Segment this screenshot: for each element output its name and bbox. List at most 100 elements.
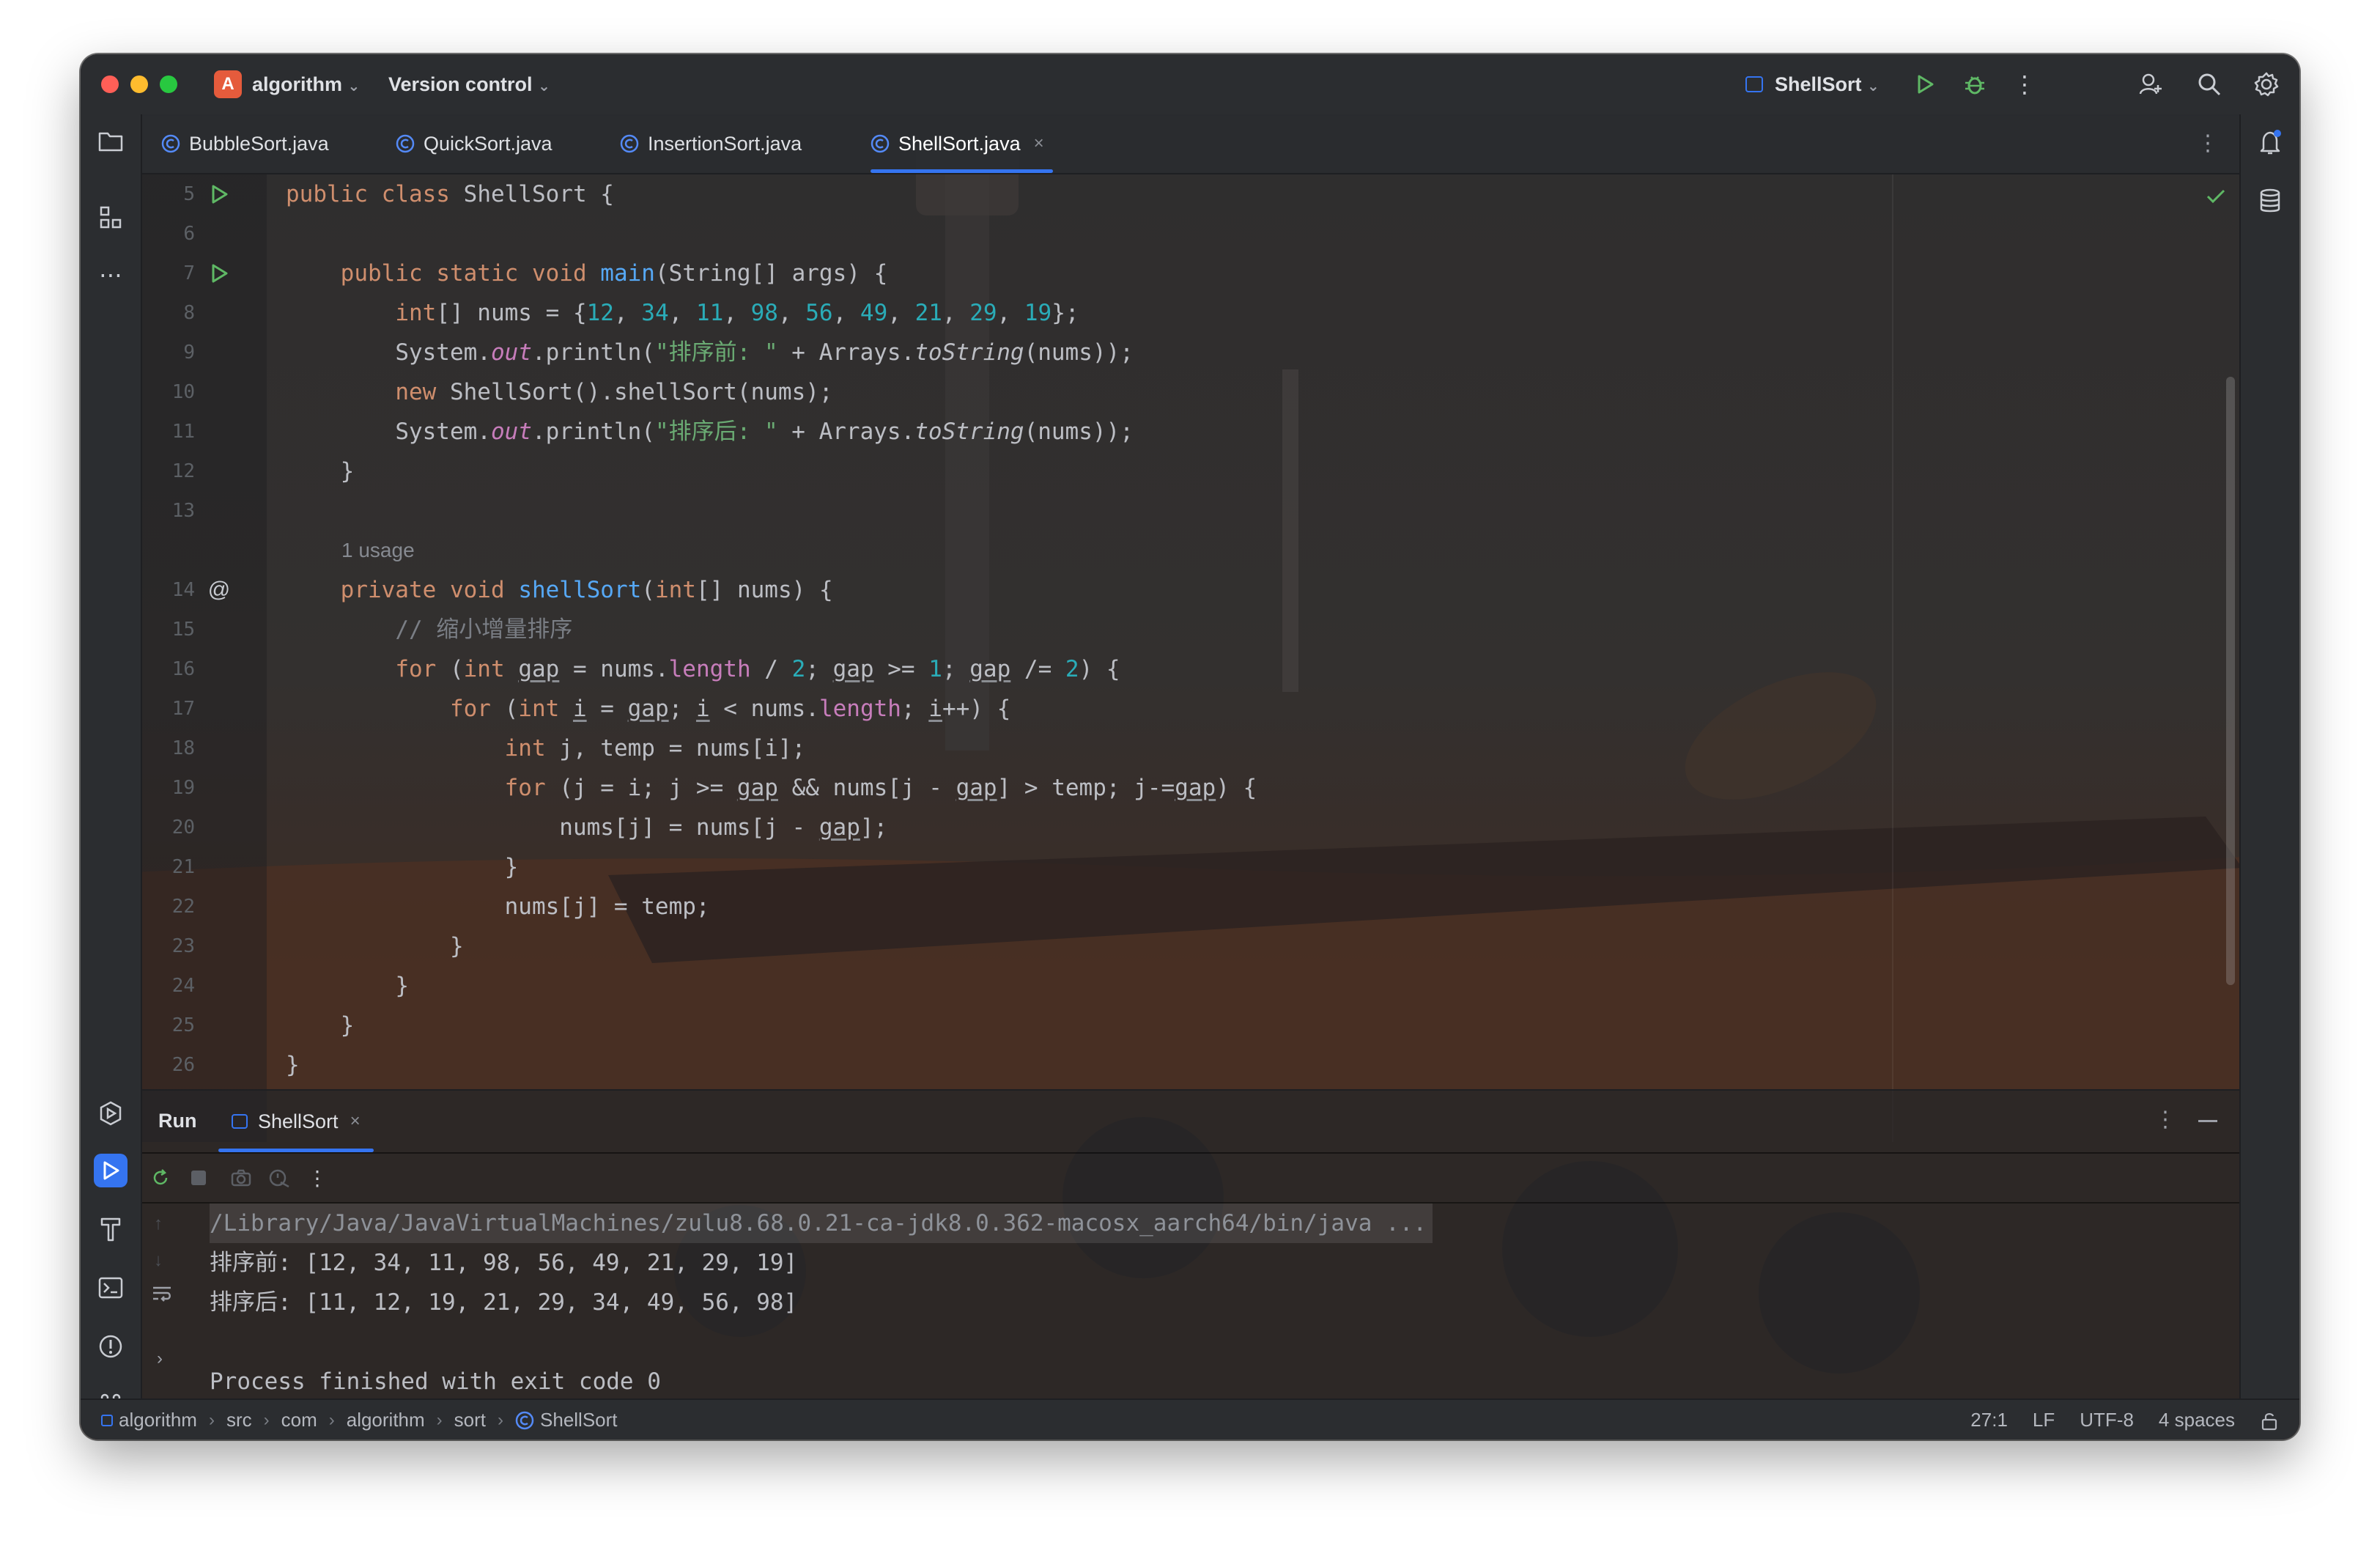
settings-icon[interactable]: [2251, 69, 2282, 100]
run-gutter-icon[interactable]: [207, 261, 232, 286]
line-number: 25: [171, 1014, 195, 1036]
terminal-icon[interactable]: [94, 1271, 128, 1305]
build-icon[interactable]: [94, 1212, 128, 1246]
run-config-selector[interactable]: ShellSort ⌄: [1775, 73, 1880, 96]
console-output[interactable]: ↑ ↓ › /Library/Java/JavaVirtualMachines/…: [142, 1204, 2239, 1401]
exit-icon[interactable]: [267, 1165, 292, 1190]
down-arrow-icon[interactable]: ↓: [154, 1250, 163, 1271]
more-actions-icon[interactable]: ⋮: [305, 1165, 330, 1190]
tab-shellsort[interactable]: ShellSort.java ×: [871, 114, 1053, 173]
code-line: 12 }: [142, 452, 2239, 491]
tab-bubblesort[interactable]: BubbleSort.java: [161, 114, 329, 173]
line-number: 19: [171, 777, 195, 799]
code-line: 16 for (int gap = nums.length / 2; gap >…: [142, 649, 2239, 689]
code-text: public class ShellSort {: [286, 181, 614, 207]
code-line: 13: [142, 491, 2239, 531]
code-text: nums[j] = temp;: [504, 893, 710, 920]
code-line: 17 for (int i = gap; i < nums.length; i+…: [142, 689, 2239, 729]
breadcrumb-item[interactable]: src: [226, 1409, 252, 1431]
usage-hint[interactable]: 1 usage: [341, 531, 415, 570]
line-number: 13: [171, 500, 195, 522]
code-text: public static void main(String[] args) {: [340, 260, 888, 287]
version-control-menu[interactable]: Version control ⌄: [388, 73, 550, 96]
code-editor[interactable]: 5 public class ShellSort { 6 7 public st…: [142, 174, 2239, 1142]
line-number: 16: [171, 658, 195, 680]
zoom-window-button[interactable]: [160, 75, 177, 93]
line-number: 9: [183, 342, 195, 364]
breadcrumb: algorithm › src › com › algorithm › sort…: [101, 1409, 618, 1431]
folder-icon[interactable]: [94, 125, 128, 158]
add-user-icon[interactable]: [2135, 69, 2166, 100]
code-line: 18 int j, temp = nums[i];: [142, 729, 2239, 768]
breadcrumb-item[interactable]: algorithm: [119, 1409, 197, 1431]
line-number: 7: [183, 262, 195, 284]
close-icon[interactable]: ×: [350, 1111, 361, 1132]
title-bar: A algorithm ⌄ Version control ⌄ ShellSor…: [81, 54, 2299, 116]
debug-icon[interactable]: [1959, 69, 1990, 100]
camera-icon[interactable]: [229, 1165, 254, 1190]
stop-icon[interactable]: [186, 1165, 211, 1190]
rerun-icon[interactable]: [148, 1165, 173, 1190]
project-selector[interactable]: algorithm ⌄: [252, 73, 360, 96]
tab-insertionsort[interactable]: InsertionSort.java: [620, 114, 802, 173]
tab-quicksort[interactable]: QuickSort.java: [396, 114, 552, 173]
console-line[interactable]: /Library/Java/JavaVirtualMachines/zulu8.…: [210, 1204, 1433, 1243]
line-number: 12: [171, 460, 195, 482]
panel-options-icon[interactable]: ⋮: [2154, 1107, 2176, 1132]
indent-setting[interactable]: 4 spaces: [2159, 1409, 2235, 1431]
minimize-window-button[interactable]: [130, 75, 148, 93]
line-ending[interactable]: LF: [2033, 1409, 2055, 1431]
tab-options-icon[interactable]: ⋮: [2197, 130, 2219, 156]
code-line: 26 }: [142, 1045, 2239, 1085]
file-encoding[interactable]: UTF-8: [2080, 1409, 2134, 1431]
more-icon[interactable]: ⋯: [94, 258, 128, 292]
code-text: }: [340, 1012, 355, 1039]
breadcrumb-item[interactable]: ShellSort: [540, 1409, 618, 1431]
problems-icon[interactable]: [94, 1330, 128, 1363]
module-icon: [101, 1414, 113, 1426]
structure-icon[interactable]: [94, 201, 128, 235]
code-text: for (int i = gap; i < nums.length; i++) …: [449, 696, 1011, 722]
at-sign-icon[interactable]: @: [207, 578, 232, 602]
code-line: 19 for (j = i; j >= gap && nums[j - gap]…: [142, 768, 2239, 808]
chevron-right-icon[interactable]: ›: [157, 1349, 163, 1369]
status-bar: algorithm › src › com › algorithm › sort…: [81, 1398, 2299, 1440]
services-icon[interactable]: [94, 1096, 128, 1130]
run-tool-icon[interactable]: [94, 1154, 128, 1187]
editor-tabs: BubbleSort.java QuickSort.java Insertion…: [142, 114, 2239, 174]
minimize-panel-icon[interactable]: [2198, 1120, 2217, 1122]
chevron-right-icon: ›: [263, 1409, 270, 1430]
code-line: 15 // 缩小增量排序: [142, 610, 2239, 649]
line-number: 15: [171, 619, 195, 641]
code-text: // 缩小增量排序: [395, 616, 573, 643]
code-text: }: [340, 458, 355, 484]
line-number: 5: [183, 183, 195, 205]
line-number: 24: [171, 975, 195, 997]
chevron-down-icon: ⌄: [538, 78, 550, 95]
up-arrow-icon[interactable]: ↑: [154, 1214, 163, 1234]
ide-window: A algorithm ⌄ Version control ⌄ ShellSor…: [81, 54, 2299, 1440]
close-window-button[interactable]: [101, 75, 119, 93]
chevron-down-icon: ⌄: [347, 78, 361, 95]
lock-icon[interactable]: [2260, 1409, 2279, 1431]
run-tab-shellsort[interactable]: ShellSort ×: [218, 1091, 374, 1152]
line-number: 23: [171, 935, 195, 957]
line-number: 22: [171, 896, 195, 918]
search-icon[interactable]: [2194, 69, 2225, 100]
breadcrumb-item[interactable]: com: [281, 1409, 317, 1431]
run-icon[interactable]: [1910, 69, 1940, 100]
breadcrumb-item[interactable]: sort: [454, 1409, 486, 1431]
class-icon: [515, 1411, 534, 1429]
project-badge[interactable]: A: [214, 70, 242, 98]
class-icon: [871, 134, 890, 153]
code-text: int[] nums = {12, 34, 11, 98, 56, 49, 21…: [395, 300, 1079, 326]
more-actions-icon[interactable]: ⋮: [2009, 69, 2040, 100]
caret-position[interactable]: 27:1: [1970, 1409, 2008, 1431]
run-gutter-icon[interactable]: [207, 182, 232, 207]
notifications-icon[interactable]: [2252, 125, 2288, 160]
database-icon[interactable]: [2252, 183, 2288, 218]
breadcrumb-item[interactable]: algorithm: [347, 1409, 425, 1431]
soft-wrap-icon[interactable]: [151, 1284, 173, 1307]
code-text: for (j = i; j >= gap && nums[j - gap] > …: [504, 775, 1257, 801]
close-icon[interactable]: ×: [1034, 133, 1044, 154]
